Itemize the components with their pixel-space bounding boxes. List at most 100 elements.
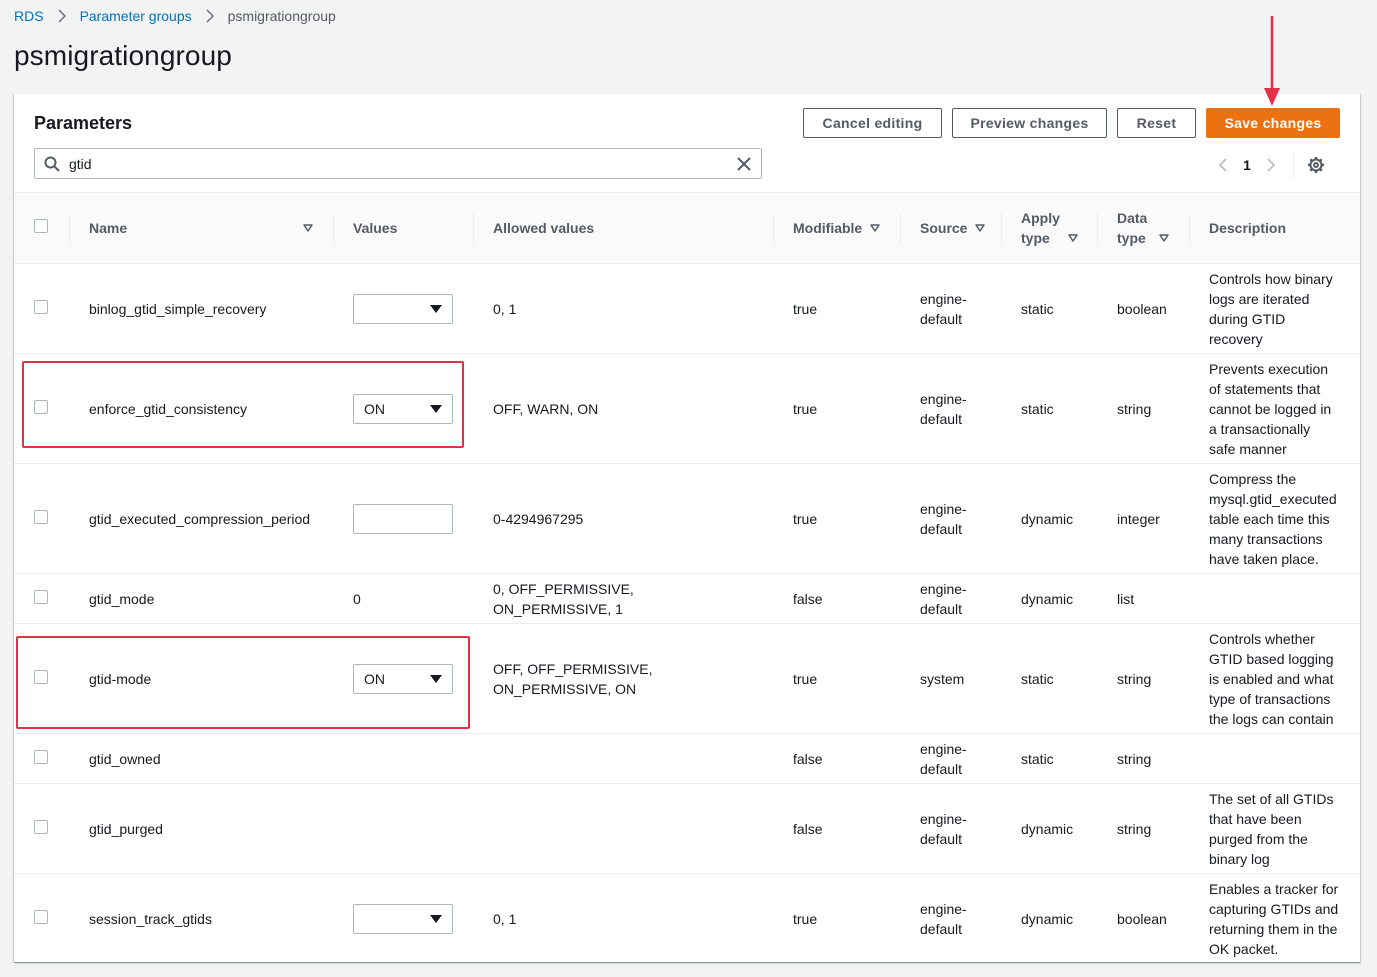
value-text: 0 [333,573,473,624]
source: system [900,623,1001,734]
row-checkbox[interactable] [34,299,48,314]
select-all-header [14,192,69,264]
allowed-values: 0-4294967295 [473,463,773,574]
row-select-cell [14,463,69,574]
header-name-label: Name [89,220,128,236]
panel-title: Parameters [34,113,133,133]
table-row: gtid_mode 0 0, OFF_PERMISSIVE, ON_PERMIS… [14,573,1360,624]
data-type: list [1097,573,1189,624]
header-modifiable-label: Modifiable [793,220,863,236]
apply-type: static [1001,263,1097,354]
param-name: session_track_gtids [69,873,333,962]
pagination: 1 [1209,152,1328,178]
data-type: string [1097,353,1189,464]
breadcrumb-parameter-groups-link[interactable]: Parameter groups [80,8,192,24]
description: Prevents execution of statements that ca… [1189,353,1360,464]
apply-type: dynamic [1001,573,1097,624]
chevron-right-icon [206,9,214,23]
header-name[interactable]: Name [69,192,333,264]
value-select[interactable] [353,293,453,324]
apply-type: static [1001,733,1097,784]
row-checkbox[interactable] [34,819,48,834]
source: engine-default [900,733,1001,784]
search-input[interactable]: gtid [69,156,727,172]
table-row: gtid_executed_compression_period 0-42949… [14,463,1360,574]
sort-down-icon [303,224,313,232]
value-cell [333,873,473,962]
header-values-label: Values [353,220,398,236]
header-data-type[interactable]: Data type [1097,192,1189,264]
row-select-cell [14,573,69,624]
description: The set of all GTIDs that have been purg… [1189,783,1360,874]
description [1189,573,1360,624]
modifiable: true [773,623,900,734]
breadcrumb-current: psmigrationgroup [227,8,336,24]
apply-type: static [1001,623,1097,734]
row-checkbox[interactable] [34,909,48,924]
allowed-values: OFF, OFF_PERMISSIVE, ON_PERMISSIVE, ON [473,623,773,734]
apply-type: dynamic [1001,783,1097,874]
header-allowed-label: Allowed values [493,220,595,236]
value-input[interactable] [353,503,453,534]
gear-icon[interactable] [1304,153,1328,177]
breadcrumb: RDS Parameter groups psmigrationgroup [14,8,336,24]
allowed-values: 0, 1 [473,263,773,354]
data-type: string [1097,783,1189,874]
source: engine-default [900,263,1001,354]
page-title: psmigrationgroup [14,40,232,71]
param-name: gtid_purged [69,783,333,874]
search-icon [35,156,69,172]
search-field[interactable]: gtid [34,148,762,179]
annotation-arrow-icon [1262,16,1282,113]
cancel-editing-button[interactable]: Cancel editing [803,108,942,138]
sort-down-icon [1068,234,1078,242]
row-select-cell [14,783,69,874]
header-modifiable[interactable]: Modifiable [773,192,900,264]
divider [1293,152,1294,178]
caret-down-icon [430,914,442,923]
param-name: gtid_mode [69,573,333,624]
highlight-box [16,636,470,729]
header-source-label: Source [920,220,968,236]
row-checkbox[interactable] [34,589,48,604]
allowed-values: OFF, WARN, ON [473,353,773,464]
row-select-cell [14,263,69,354]
header-apply-type[interactable]: Apply type [1001,192,1097,264]
row-checkbox[interactable] [34,749,48,764]
preview-changes-button[interactable]: Preview changes [952,108,1107,138]
chevron-left-icon[interactable] [1209,153,1237,177]
close-icon[interactable] [727,156,761,171]
description [1189,733,1360,784]
sort-down-icon [1159,234,1169,242]
header-values: Values [333,192,473,264]
value-select[interactable] [353,903,453,934]
description: Controls whether GTID based logging is e… [1189,623,1360,734]
apply-type: dynamic [1001,463,1097,574]
chevron-right-icon[interactable] [1257,153,1285,177]
highlight-box [22,361,464,448]
sort-down-icon [870,224,880,232]
source: engine-default [900,873,1001,962]
source: engine-default [900,573,1001,624]
page-number[interactable]: 1 [1237,157,1257,173]
allowed-values [473,783,773,874]
source: engine-default [900,353,1001,464]
value-cell [333,263,473,354]
apply-type: dynamic [1001,873,1097,962]
parameters-panel: Parameters Cancel editing Preview change… [14,93,1360,962]
reset-button[interactable]: Reset [1117,108,1196,138]
description: Compress the mysql.gtid_executed table e… [1189,463,1360,574]
row-select-cell [14,733,69,784]
value-text [333,783,473,874]
value-text [333,733,473,784]
row-checkbox[interactable] [34,509,48,524]
allowed-values [473,733,773,784]
allowed-values: 0, OFF_PERMISSIVE, ON_PERMISSIVE, 1 [473,573,773,624]
param-name: gtid_executed_compression_period [69,463,333,574]
select-all-checkbox[interactable] [34,219,48,233]
header-source[interactable]: Source [900,192,1001,264]
breadcrumb-rds-link[interactable]: RDS [14,8,44,24]
table-row: binlog_gtid_simple_recovery 0, 1 true en… [14,263,1360,354]
allowed-values: 0, 1 [473,873,773,962]
modifiable: true [773,353,900,464]
